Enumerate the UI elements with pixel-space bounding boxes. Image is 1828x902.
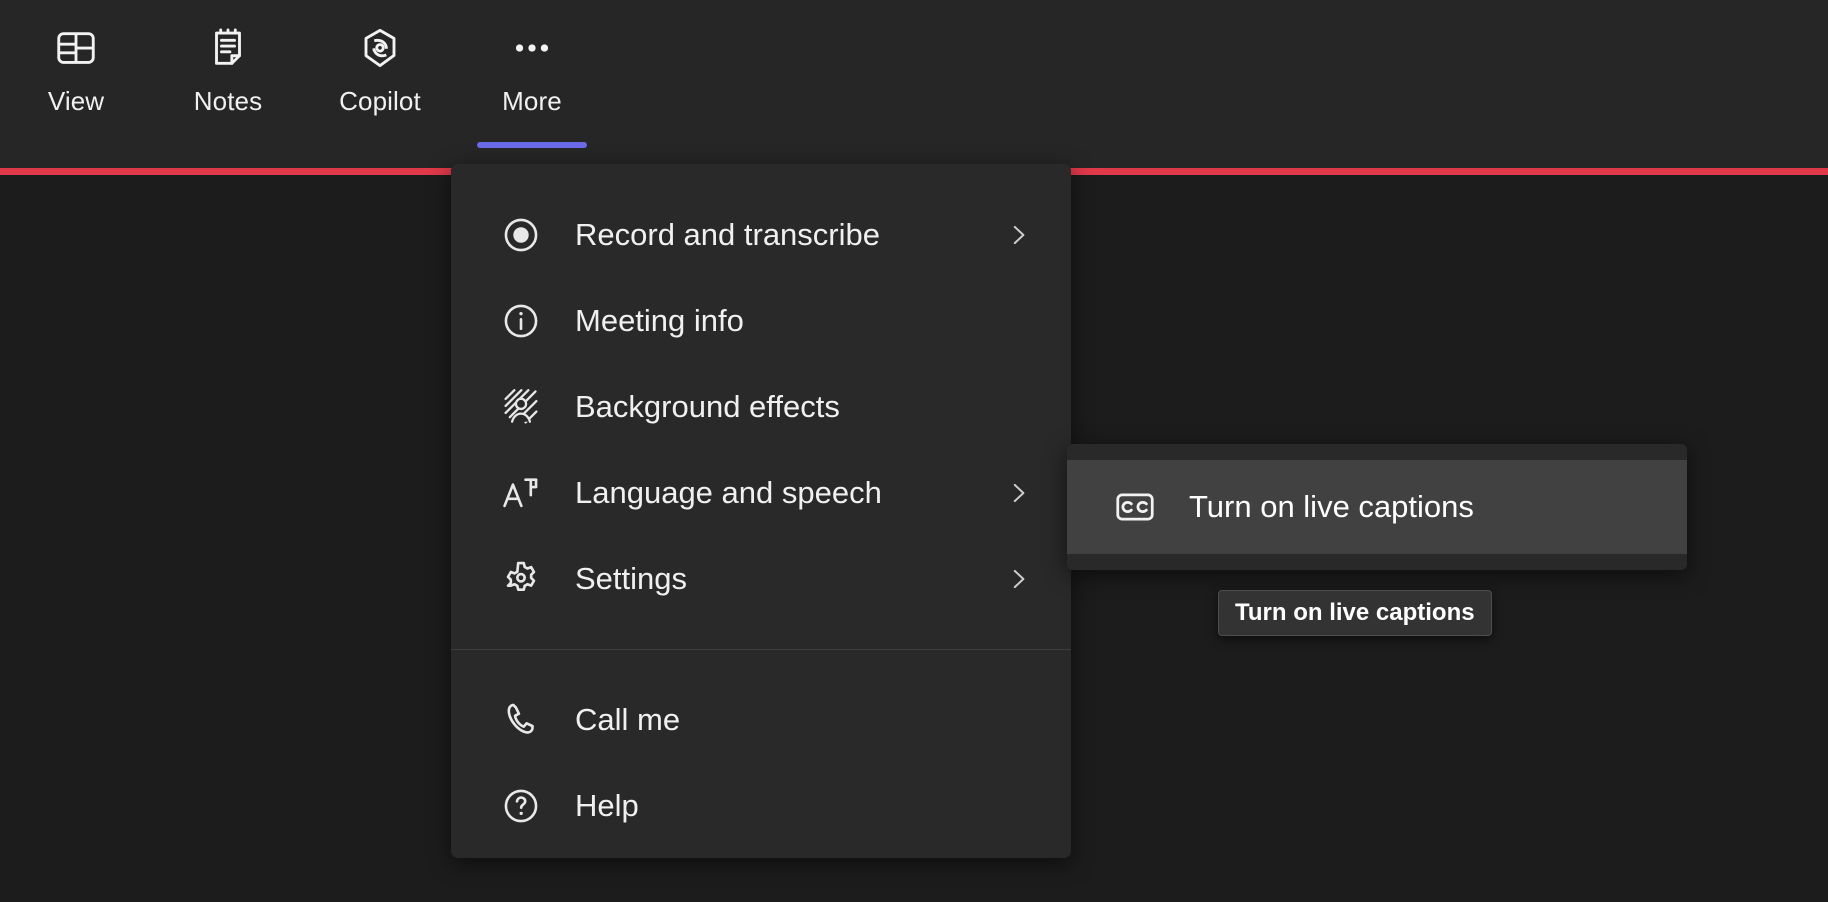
menu-item-label: Meeting info bbox=[575, 303, 744, 338]
view-grid-icon bbox=[50, 22, 102, 74]
menu-item-label: Background effects bbox=[575, 389, 840, 424]
tooltip-text: Turn on live captions bbox=[1235, 599, 1475, 626]
more-dots-icon bbox=[506, 22, 558, 74]
copilot-icon bbox=[354, 22, 406, 74]
info-circle-icon bbox=[497, 297, 545, 345]
background-effects-icon bbox=[497, 383, 545, 431]
active-tab-indicator bbox=[477, 142, 587, 148]
menu-item-language-and-speech[interactable]: Language and speech bbox=[451, 450, 1071, 536]
tooltip: Turn on live captions bbox=[1218, 590, 1492, 636]
toolbar-item-more[interactable]: More bbox=[456, 0, 608, 162]
chevron-right-icon bbox=[1005, 222, 1031, 248]
menu-item-label: Help bbox=[575, 788, 639, 823]
phone-icon bbox=[497, 696, 545, 744]
menu-item-settings[interactable]: Settings bbox=[451, 536, 1071, 622]
toolbar-item-label: More bbox=[502, 86, 562, 116]
submenu-item-turn-on-live-captions[interactable]: Turn on live captions bbox=[1067, 460, 1687, 554]
teams-meeting-window: View Notes Copilot More Record and trans… bbox=[0, 0, 1828, 902]
menu-item-background-effects[interactable]: Background effects bbox=[451, 364, 1071, 450]
menu-item-meeting-info[interactable]: Meeting info bbox=[451, 278, 1071, 364]
toolbar-item-label: Notes bbox=[193, 86, 263, 116]
closed-caption-icon bbox=[1111, 483, 1159, 531]
question-mark-icon bbox=[497, 782, 545, 830]
toolbar-item-notes[interactable]: Notes bbox=[152, 0, 304, 162]
menu-item-call-me[interactable]: Call me bbox=[451, 677, 1071, 763]
gear-icon bbox=[497, 555, 545, 603]
translate-icon bbox=[497, 469, 545, 517]
menu-item-help[interactable]: Help bbox=[451, 763, 1071, 849]
menu-item-label: Settings bbox=[575, 561, 688, 596]
chevron-right-icon bbox=[1005, 480, 1031, 506]
toolbar-item-view[interactable]: View bbox=[0, 0, 152, 162]
more-options-menu: Record and transcribe Meeting info Backg… bbox=[451, 164, 1071, 858]
toolbar-item-label: View bbox=[47, 86, 105, 116]
menu-item-record-and-transcribe[interactable]: Record and transcribe bbox=[451, 192, 1071, 278]
language-and-speech-submenu: Turn on live captions bbox=[1067, 444, 1687, 570]
menu-item-label: Call me bbox=[575, 702, 681, 737]
notes-icon bbox=[202, 22, 254, 74]
toolbar-items: View Notes Copilot More bbox=[0, 0, 608, 162]
menu-divider bbox=[451, 649, 1071, 650]
meeting-toolbar: View Notes Copilot More bbox=[0, 0, 1828, 170]
toolbar-item-copilot[interactable]: Copilot bbox=[304, 0, 456, 162]
menu-item-label: Language and speech bbox=[575, 475, 882, 510]
record-circle-icon bbox=[497, 211, 545, 259]
menu-item-label: Record and transcribe bbox=[575, 217, 880, 252]
chevron-right-icon bbox=[1005, 566, 1031, 592]
submenu-item-label: Turn on live captions bbox=[1189, 489, 1474, 524]
toolbar-item-label: Copilot bbox=[339, 86, 421, 116]
